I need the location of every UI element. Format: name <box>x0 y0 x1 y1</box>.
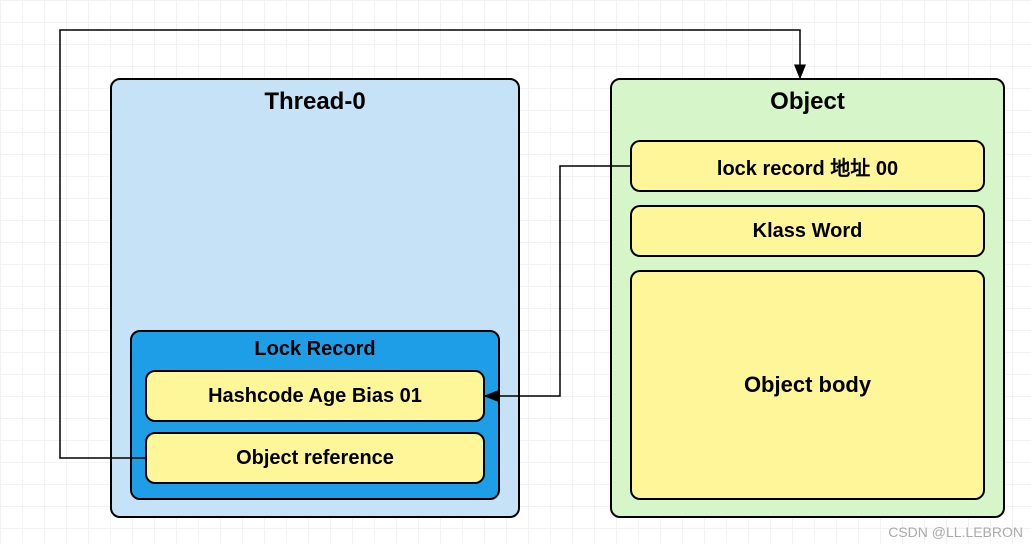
attribution-text: CSDN @LL.LEBRON <box>888 524 1023 540</box>
object-title: Object <box>610 88 1005 116</box>
lock-record-markword-cell: Hashcode Age Bias 01 <box>145 370 485 422</box>
object-markword-cell: lock record 地址 00 <box>630 140 985 192</box>
lock-record-objectref-cell: Object reference <box>145 432 485 484</box>
lock-record-title: Lock Record <box>130 338 500 361</box>
thread-title: Thread-0 <box>110 88 520 116</box>
object-klassword-cell: Klass Word <box>630 205 985 257</box>
object-body-cell: Object body <box>630 270 985 500</box>
